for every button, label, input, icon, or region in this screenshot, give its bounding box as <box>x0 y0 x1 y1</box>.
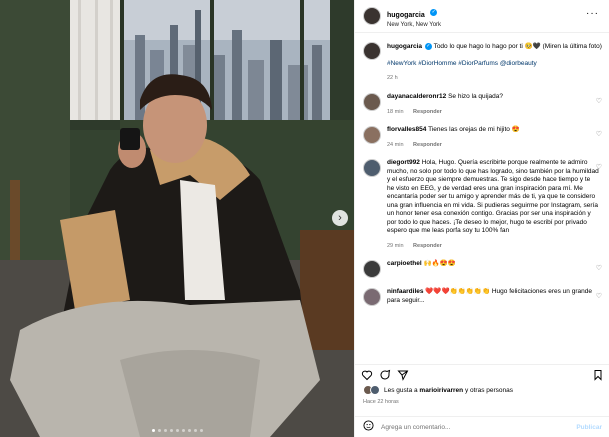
carousel-dot <box>193 429 197 432</box>
carousel-dot <box>169 429 173 432</box>
add-comment-bar: Publicar <box>355 416 609 437</box>
comment-item: carpioethel 🙌🔥😍😍 ♡ <box>363 260 602 278</box>
publish-button[interactable]: Publicar <box>576 424 602 431</box>
carousel-dot <box>175 429 179 432</box>
carousel-dot <box>187 429 191 432</box>
heart-icon[interactable]: ♡ <box>596 264 602 272</box>
carousel-dot <box>181 429 185 432</box>
comment-username[interactable]: florvalles854 <box>387 126 426 133</box>
carousel-dot <box>151 429 155 432</box>
author-avatar[interactable] <box>363 7 381 25</box>
comment-item: florvalles854 Tienes las orejas de mi hi… <box>363 126 602 149</box>
post-location[interactable]: New York, New York <box>387 22 441 29</box>
liker-avatar <box>370 385 380 395</box>
comments-list[interactable]: hugogarcia ✓ Todo lo que hago lo hago po… <box>355 34 609 364</box>
reply-button[interactable]: Responder <box>413 109 442 115</box>
commenter-avatar[interactable] <box>363 126 381 144</box>
heart-icon[interactable] <box>361 369 373 381</box>
comment-text: Tienes las orejas de mi hijito 😍 <box>428 126 520 133</box>
chevron-right-icon[interactable]: › <box>332 210 348 226</box>
comment-text: Hola, Hugo. Quería escribirte porque rea… <box>387 159 599 234</box>
author-username[interactable]: hugogarcia <box>387 12 425 19</box>
commenter-avatar[interactable] <box>363 93 381 111</box>
commenter-avatar[interactable] <box>363 288 381 306</box>
commenter-avatar[interactable] <box>363 260 381 278</box>
post-caption: hugogarcia ✓ Todo lo que hago lo hago po… <box>363 34 602 83</box>
heart-icon[interactable]: ♡ <box>596 97 602 105</box>
carousel-dot <box>157 429 161 432</box>
comment-item: ninfaardiles ❤️❤️❤️👏👏👏👏👏 Hugo felicitaci… <box>363 288 602 306</box>
comment-item: diegort992 Hola, Hugo. Quería escribirte… <box>363 159 602 250</box>
comment-time: 24 min <box>387 141 404 148</box>
verified-badge-icon: ✓ <box>424 42 432 50</box>
share-icon[interactable] <box>397 369 409 381</box>
reply-button[interactable]: Responder <box>413 243 442 249</box>
comment-text: Se hizo la quijada? <box>448 93 504 100</box>
post-side-panel: hugogarcia ✓ New York, New York ··· hugo… <box>354 0 609 437</box>
author-avatar[interactable] <box>363 42 381 60</box>
more-options-icon[interactable]: ··· <box>586 9 599 19</box>
comment-text: 🙌🔥😍😍 <box>423 260 456 267</box>
comment-username[interactable]: carpioethel <box>387 260 422 267</box>
carousel-dot <box>199 429 203 432</box>
comment-input[interactable] <box>381 423 577 431</box>
verified-badge-icon: ✓ <box>430 9 438 17</box>
emoji-icon[interactable] <box>363 418 374 436</box>
heart-icon[interactable]: ♡ <box>596 292 602 300</box>
post-date: Hace 22 horas <box>363 399 399 405</box>
comment-username[interactable]: dayanacalderonr12 <box>387 93 446 100</box>
post-image <box>0 0 354 437</box>
likes-summary: Les gusta a marioirivarren y otras perso… <box>363 385 513 395</box>
reply-button[interactable]: Responder <box>413 142 442 148</box>
likes-suffix: y otras personas <box>463 386 513 394</box>
heart-icon[interactable]: ♡ <box>596 130 602 138</box>
comment-icon[interactable] <box>379 369 391 381</box>
post-header: hugogarcia ✓ New York, New York ··· <box>355 0 609 33</box>
likes-prefix: Les gusta a <box>384 386 420 394</box>
carousel-dots <box>0 429 354 432</box>
carousel-dot <box>163 429 167 432</box>
comment-item: dayanacalderonr12 Se hizo la quijada? 18… <box>363 93 602 116</box>
post-photo[interactable]: › <box>0 0 354 437</box>
caption-hashtags[interactable]: #NewYork #DiorHomme #DiorParfums @diorbe… <box>387 59 602 68</box>
liker-username[interactable]: marioirivarren <box>419 387 463 394</box>
heart-icon[interactable]: ♡ <box>596 163 602 171</box>
comment-username[interactable]: diegort992 <box>387 159 420 166</box>
bookmark-icon[interactable] <box>592 369 604 381</box>
comment-username[interactable]: ninfaardiles <box>387 288 423 295</box>
caption-time: 22 h <box>387 75 398 81</box>
post-actions-bar <box>355 364 609 384</box>
comment-time: 29 min <box>387 242 404 249</box>
comment-time: 18 min <box>387 108 404 115</box>
caption-username[interactable]: hugogarcia <box>387 43 422 50</box>
caption-text: Todo lo que hago lo hago por ti 🥺🖤 (Mire… <box>433 43 602 50</box>
commenter-avatar[interactable] <box>363 159 381 177</box>
